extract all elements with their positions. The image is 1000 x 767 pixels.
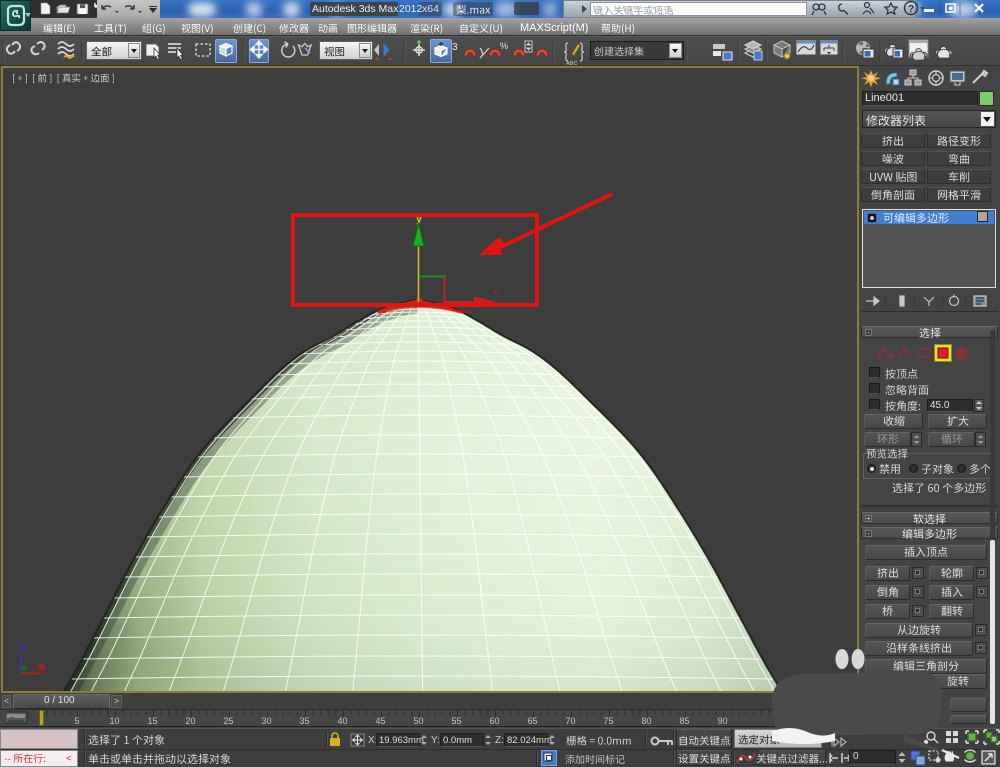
svg-text:?: ? bbox=[908, 4, 914, 15]
svg-text:3: 3 bbox=[452, 42, 458, 53]
svg-text:%: % bbox=[500, 41, 508, 51]
